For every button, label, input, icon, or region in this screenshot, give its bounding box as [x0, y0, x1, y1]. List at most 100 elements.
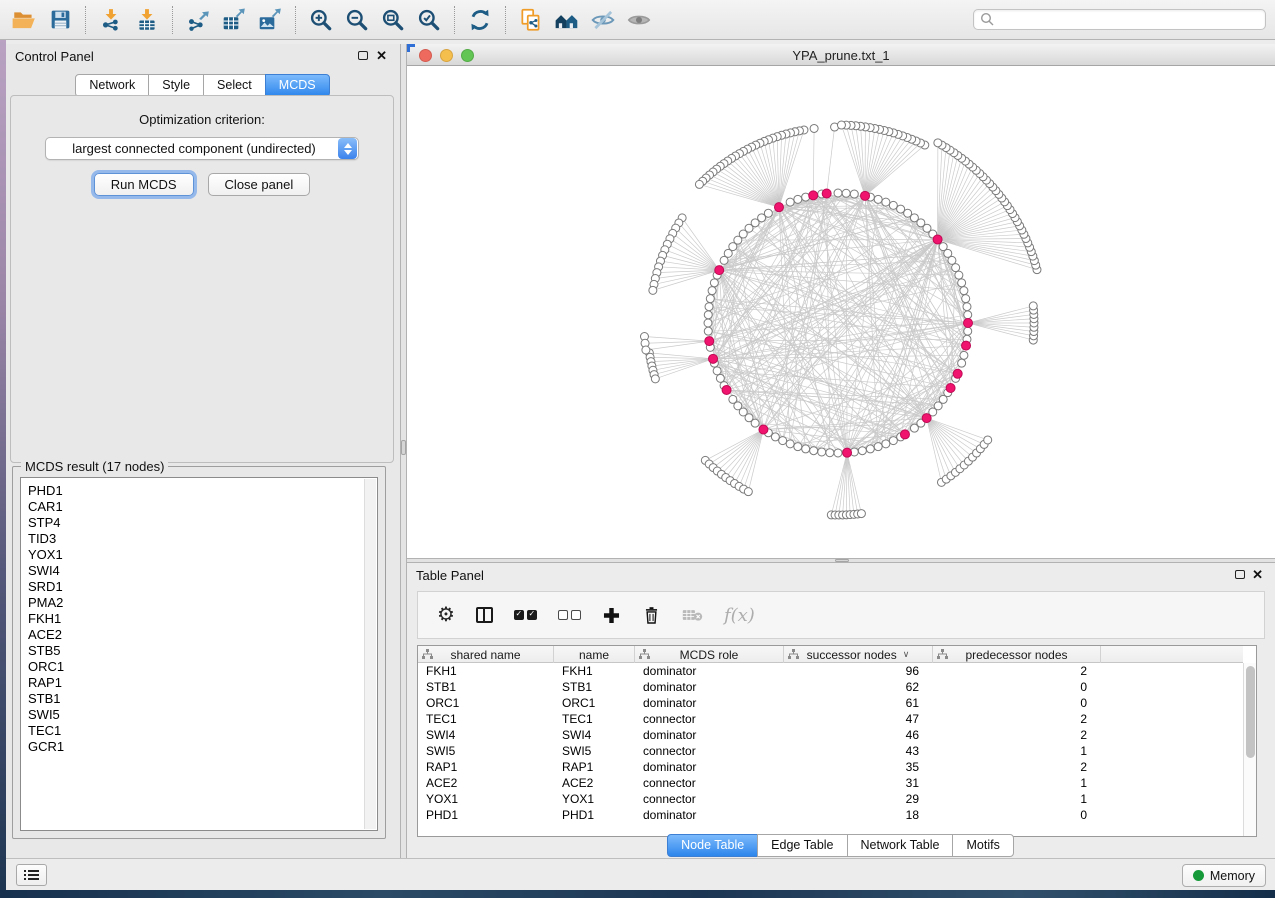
- show-all-button[interactable]: [621, 4, 657, 36]
- import-table-button[interactable]: [129, 4, 165, 36]
- table-scrollbar[interactable]: [1243, 663, 1256, 836]
- table-row[interactable]: STB1STB1dominator620: [418, 679, 1243, 695]
- mcds-result-item[interactable]: STB1: [28, 691, 377, 707]
- export-network-button[interactable]: [180, 4, 216, 36]
- table-row[interactable]: ACE2ACE2connector311: [418, 775, 1243, 791]
- table-row[interactable]: RAP1RAP1dominator352: [418, 759, 1243, 775]
- mcds-result-item[interactable]: TID3: [28, 531, 377, 547]
- mcds-result-item[interactable]: RAP1: [28, 675, 377, 691]
- table-row[interactable]: PHD1PHD1dominator180: [418, 807, 1243, 823]
- table-panel-title: Table Panel: [416, 568, 484, 583]
- zoom-in-button[interactable]: [303, 4, 339, 36]
- trash-icon: [642, 606, 661, 625]
- table-panel-tabs: Node Table Edge Table Network Table Moti…: [407, 834, 1275, 857]
- table-cell: 43: [784, 743, 933, 759]
- tab-network[interactable]: Network: [75, 74, 149, 97]
- mcds-result-item[interactable]: SWI4: [28, 563, 377, 579]
- table-cell: SWI4: [418, 727, 554, 743]
- mcds-result-item[interactable]: STB5: [28, 643, 377, 659]
- mcds-result-item[interactable]: YOX1: [28, 547, 377, 563]
- column-header-successor-nodes[interactable]: successor nodes∨: [784, 646, 933, 663]
- delete-column-button[interactable]: [642, 606, 661, 625]
- select-all-button[interactable]: [514, 610, 537, 620]
- tab-style[interactable]: Style: [148, 74, 204, 97]
- column-header-shared-name[interactable]: shared name: [418, 646, 554, 663]
- splitter-handle[interactable]: [401, 440, 406, 455]
- close-panel-icon[interactable]: ✕: [376, 48, 387, 63]
- export-image-button[interactable]: [252, 4, 288, 36]
- mcds-result-item[interactable]: SWI5: [28, 707, 377, 723]
- mcds-result-item[interactable]: ORC1: [28, 659, 377, 675]
- list-scrollbar[interactable]: [364, 479, 376, 829]
- open-file-button[interactable]: [6, 4, 42, 36]
- zoom-fit-button[interactable]: [375, 4, 411, 36]
- network-window-titlebar[interactable]: YPA_prune.txt_1: [407, 44, 1275, 66]
- table-options-button[interactable]: ⚙: [437, 605, 455, 625]
- mcds-result-item[interactable]: STP4: [28, 515, 377, 531]
- zoom-selected-button[interactable]: [411, 4, 447, 36]
- save-session-button[interactable]: [42, 4, 78, 36]
- float-window-icon[interactable]: [358, 51, 368, 60]
- mcds-result-item[interactable]: SRD1: [28, 579, 377, 595]
- table-row[interactable]: SWI5SWI5connector431: [418, 743, 1243, 759]
- import-network-button[interactable]: [93, 4, 129, 36]
- table-row[interactable]: ORC1ORC1dominator610: [418, 695, 1243, 711]
- vertical-splitter[interactable]: [400, 44, 407, 858]
- mcds-result-item[interactable]: PMA2: [28, 595, 377, 611]
- checked-box-icon: [527, 610, 537, 620]
- column-header-MCDS-role[interactable]: MCDS role: [635, 646, 784, 663]
- mcds-result-item[interactable]: GCR1: [28, 739, 377, 755]
- refresh-view-button[interactable]: [462, 4, 498, 36]
- hide-selected-button[interactable]: [585, 4, 621, 36]
- console-button[interactable]: [16, 864, 47, 886]
- mcds-result-list[interactable]: PHD1CAR1STP4TID3YOX1SWI4SRD1PMA2FKH1ACE2…: [20, 477, 378, 831]
- deselect-all-button[interactable]: [558, 610, 581, 620]
- close-panel-button[interactable]: Close panel: [208, 173, 311, 196]
- show-columns-button[interactable]: [476, 607, 493, 623]
- tab-motifs[interactable]: Motifs: [952, 834, 1013, 857]
- scrollbar-thumb[interactable]: [1246, 666, 1255, 758]
- toolbar-separator: [454, 6, 455, 34]
- table-cell: SWI4: [554, 727, 635, 743]
- first-neighbors-button[interactable]: [549, 4, 585, 36]
- search-input[interactable]: [995, 11, 1265, 28]
- splitter-handle[interactable]: [835, 559, 849, 562]
- mcds-result-item[interactable]: FKH1: [28, 611, 377, 627]
- zoom-out-button[interactable]: [339, 4, 375, 36]
- function-builder-button[interactable]: f(x): [724, 605, 755, 626]
- mcds-result-item[interactable]: CAR1: [28, 499, 377, 515]
- copy-network-button[interactable]: [513, 4, 549, 36]
- tab-mcds[interactable]: MCDS: [265, 74, 330, 97]
- run-mcds-button[interactable]: Run MCDS: [94, 173, 194, 196]
- control-panel-titlebar: Control Panel ✕: [6, 44, 400, 68]
- mcds-result-item[interactable]: PHD1: [28, 483, 377, 499]
- toolbar-separator: [505, 6, 506, 34]
- export-table-button[interactable]: [216, 4, 252, 36]
- float-window-icon[interactable]: [1235, 570, 1245, 579]
- sort-descending-icon: ∨: [903, 649, 910, 660]
- delete-table-button[interactable]: [682, 607, 703, 623]
- close-panel-icon[interactable]: ✕: [1252, 567, 1263, 582]
- criterion-dropdown[interactable]: largest connected component (undirected): [45, 137, 359, 160]
- tab-edge-table[interactable]: Edge Table: [757, 834, 847, 857]
- export-network-icon: [185, 7, 211, 33]
- unchecked-box-icon: [558, 610, 568, 620]
- table-cell: 62: [784, 679, 933, 695]
- mcds-result-item[interactable]: TEC1: [28, 723, 377, 739]
- column-header-predecessor-nodes[interactable]: predecessor nodes: [933, 646, 1101, 663]
- desktop-wallpaper-bottom: [0, 890, 1275, 898]
- add-column-button[interactable]: [602, 606, 621, 625]
- table-cell: connector: [635, 743, 784, 759]
- mcds-result-item[interactable]: ACE2: [28, 627, 377, 643]
- table-row[interactable]: SWI4SWI4dominator462: [418, 727, 1243, 743]
- tab-select[interactable]: Select: [203, 74, 266, 97]
- column-header-name[interactable]: name: [554, 646, 635, 663]
- table-cell: 2: [933, 727, 1101, 743]
- memory-button[interactable]: Memory: [1182, 864, 1266, 887]
- tab-node-table[interactable]: Node Table: [667, 834, 758, 857]
- tab-network-table[interactable]: Network Table: [847, 834, 954, 857]
- table-row[interactable]: FKH1FKH1dominator962: [418, 663, 1243, 679]
- table-row[interactable]: TEC1TEC1connector472: [418, 711, 1243, 727]
- network-canvas[interactable]: [407, 66, 1275, 558]
- table-row[interactable]: YOX1YOX1connector291: [418, 791, 1243, 807]
